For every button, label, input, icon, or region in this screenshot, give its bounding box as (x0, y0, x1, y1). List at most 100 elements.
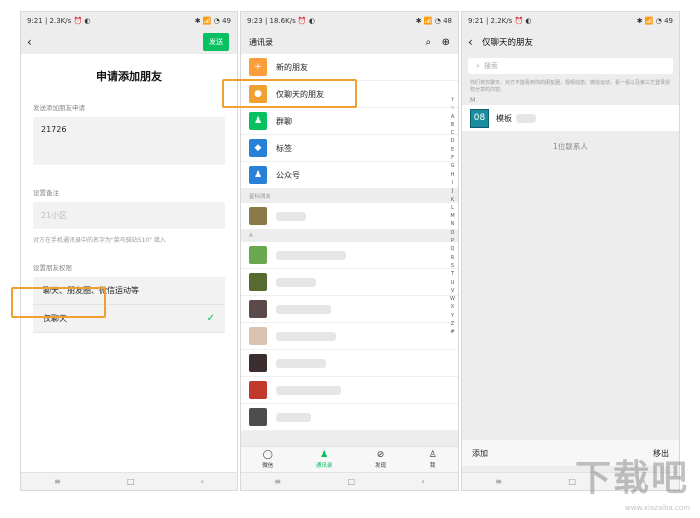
alphabet-index-letter[interactable]: R (450, 254, 455, 262)
home-icon[interactable]: □ (347, 477, 355, 486)
tab-discover[interactable]: ⊘ 发现 (375, 450, 386, 469)
tab-bar: ◯ 微信 ♟ 通讯录 ⊘ 发现 ♙ 我 (241, 446, 458, 472)
menu-icon[interactable]: ≡ (495, 477, 502, 486)
back-icon[interactable]: ‹ (27, 35, 41, 49)
avatar (249, 273, 267, 291)
func-label: 标签 (276, 143, 292, 153)
func-new-friends[interactable]: + 新的朋友 (241, 54, 458, 81)
phone-screen-add-friend: 9:21 | 2.3K/s ⏰ ◐ ✱ 📶 ◔ 49 ‹ 发送 申请添加朋友 发… (20, 11, 238, 491)
back-nav-icon[interactable]: ‹ (422, 477, 425, 486)
tab-contacts[interactable]: ♟ 通讯录 (316, 450, 333, 469)
alphabet-index-letter[interactable]: F (450, 154, 455, 162)
alphabet-index-letter[interactable]: W (450, 295, 455, 303)
menu-icon[interactable]: ≡ (54, 477, 61, 486)
tab-me[interactable]: ♙ 我 (429, 450, 437, 469)
avatar (249, 381, 267, 399)
group-icon: ♟ (249, 112, 267, 130)
contact-name-blurred (516, 113, 536, 123)
back-nav-icon[interactable]: ‹ (201, 477, 204, 486)
search-icon[interactable]: ⌕ (425, 37, 431, 48)
alphabet-index-letter[interactable]: O (450, 229, 455, 237)
contact-row[interactable] (241, 269, 458, 296)
home-icon[interactable]: □ (127, 477, 135, 486)
avatar (249, 327, 267, 345)
alphabet-index-letter[interactable]: C (450, 129, 455, 137)
system-nav-bar: ≡ □ ‹ (21, 472, 237, 490)
avatar (249, 246, 267, 264)
back-icon[interactable]: ‹ (468, 35, 482, 49)
person-icon: ♙ (428, 450, 437, 460)
alphabet-index-letter[interactable]: E (450, 146, 455, 154)
search-placeholder: 搜索 (483, 62, 498, 70)
contact-row[interactable] (241, 350, 458, 377)
func-tags[interactable]: ◆ 标签 (241, 135, 458, 162)
tab-label: 通讯录 (315, 463, 333, 469)
add-person-icon: + (249, 58, 267, 76)
alphabet-index-letter[interactable]: X (450, 303, 455, 311)
contact-name-blurred (276, 385, 341, 395)
tab-chats[interactable]: ◯ 微信 (262, 450, 273, 469)
contacts-icon: ♟ (320, 450, 329, 460)
alphabet-index-letter[interactable]: Y (450, 312, 455, 320)
alphabet-index-letter[interactable]: Z (450, 320, 455, 328)
alphabet-index-letter[interactable]: P (450, 237, 455, 245)
contact-name-blurred (276, 211, 306, 221)
alphabet-index-letter[interactable]: V (450, 287, 455, 295)
func-group-chats[interactable]: ♟ 群聊 (241, 108, 458, 135)
contact-name-blurred (276, 277, 316, 287)
watermark-logo: 下载吧 www.xiazaiba.com (568, 456, 696, 512)
search-input[interactable]: ⌕ 搜索 (468, 58, 673, 74)
alphabet-index-letter[interactable]: D (450, 137, 455, 145)
phone-screen-chat-only-friends: 9:21 | 2.2K/s ⏰ ◐ ✱ 📶 ◔ 49 ‹ 仅聊天的朋友 ⌕ 搜索… (461, 11, 680, 491)
status-time: 9:21 | 2.3K/s ⏰ ◐ (27, 17, 91, 25)
compass-icon: ⊘ (376, 450, 385, 460)
add-icon[interactable]: ⊕ (442, 37, 450, 48)
add-button[interactable]: 添加 (472, 448, 488, 459)
alphabet-index-letter[interactable]: ☆ (450, 104, 455, 112)
person-icon: ♟ (249, 166, 267, 184)
alphabet-index-letter[interactable]: H (450, 171, 455, 179)
contact-row[interactable] (241, 296, 458, 323)
alphabet-index-letter[interactable]: B (450, 121, 455, 129)
alphabet-index-letter[interactable]: Q (450, 245, 455, 253)
alphabet-index-letter[interactable]: U (450, 279, 455, 287)
contact-row[interactable]: 08 模板 (462, 105, 679, 131)
highlight-box (222, 79, 357, 108)
func-official-accounts[interactable]: ♟ 公众号 (241, 162, 458, 189)
alphabet-index-letter[interactable]: S (450, 262, 455, 270)
contact-row[interactable] (241, 377, 458, 404)
request-label: 发送添加朋友申请 (33, 104, 85, 112)
avatar: 08 (470, 108, 489, 128)
alphabet-index-letter[interactable]: # (450, 328, 455, 336)
remark-input[interactable]: 21小区 (33, 202, 225, 229)
remark-note: 对方在手机通讯录中的名字为"菜鸟骑站510" 填入 (33, 237, 166, 244)
contact-row[interactable] (241, 404, 458, 431)
send-button[interactable]: 发送 (203, 33, 229, 51)
alphabet-index-letter[interactable]: K (450, 196, 455, 204)
alphabet-index-letter[interactable]: M (450, 212, 455, 220)
alphabet-index-letter[interactable]: A (450, 113, 455, 121)
checkmark-icon: ✓ (206, 313, 215, 324)
alphabet-index[interactable]: ↑ ☆ A B C D E F G H I J K L M N O P Q R S T U V W X Y Z # (450, 96, 455, 337)
status-bar: 9:21 | 2.3K/s ⏰ ◐ ✱ 📶 ◔ 49 (21, 12, 237, 30)
contact-row[interactable] (241, 323, 458, 350)
section-header-starred: 星标朋友 (241, 189, 458, 203)
avatar (249, 408, 267, 426)
contact-row[interactable] (241, 203, 458, 230)
alphabet-index-letter[interactable]: L (450, 204, 455, 212)
alphabet-index-letter[interactable]: ↑ (450, 96, 455, 104)
func-label: 公众号 (276, 170, 300, 180)
request-input[interactable]: 21726 (33, 117, 225, 165)
remark-label: 设置备注 (33, 189, 59, 197)
alphabet-index-letter[interactable]: T (450, 270, 455, 278)
status-icons: ✱ 📶 ◔ 48 (415, 17, 452, 25)
highlight-box (11, 287, 106, 318)
page-title: 申请添加朋友 (96, 70, 162, 83)
alphabet-index-letter[interactable]: I (450, 179, 455, 187)
alphabet-index-letter[interactable]: G (450, 162, 455, 170)
alphabet-index-letter[interactable]: N (450, 220, 455, 228)
menu-icon[interactable]: ≡ (274, 477, 281, 486)
alphabet-index-letter[interactable]: J (450, 187, 455, 195)
contact-row[interactable] (241, 242, 458, 269)
avatar (249, 354, 267, 372)
